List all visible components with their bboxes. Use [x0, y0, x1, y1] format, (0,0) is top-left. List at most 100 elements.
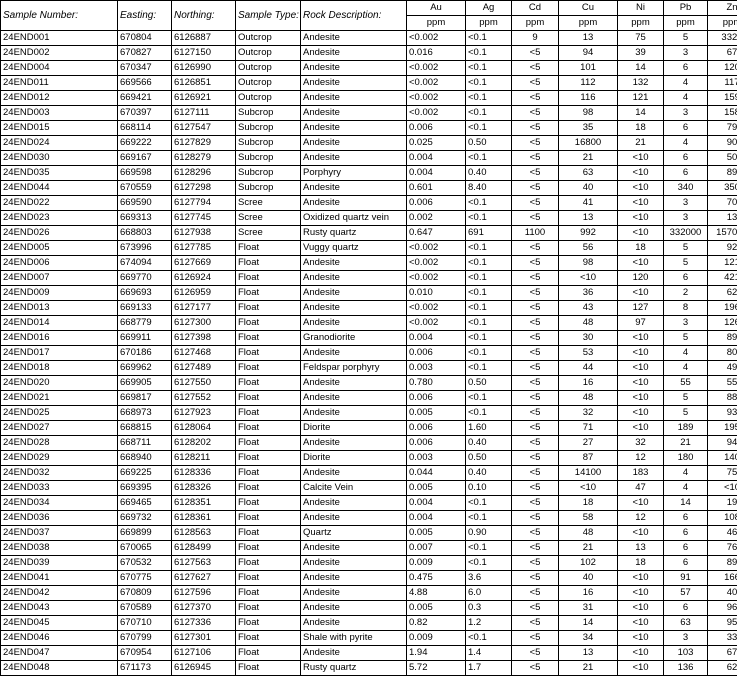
cell-cd: <5 [511, 480, 559, 496]
cell-sample-type: Subcrop [235, 135, 301, 151]
cell-sample-type: Outcrop [235, 90, 301, 106]
cell-ni: <10 [617, 525, 664, 541]
cell-northing: 6128326 [171, 480, 236, 496]
cell-sample-number: 24END030 [0, 150, 118, 166]
cell-ag: <0.1 [465, 30, 512, 46]
cell-cu: 36 [558, 285, 618, 301]
cell-sample-number: 24END015 [0, 120, 118, 136]
cell-cu: 14 [558, 615, 618, 631]
cell-sample-type: Float [235, 570, 301, 586]
cell-sample-type: Float [235, 630, 301, 646]
cell-pb: 5 [663, 255, 708, 271]
cell-cu: 44 [558, 360, 618, 376]
cell-ag: <0.1 [465, 330, 512, 346]
cell-easting: 670827 [117, 45, 172, 61]
cell-sample-type: Float [235, 525, 301, 541]
cell-cd: <5 [511, 90, 559, 106]
cell-ag: <0.1 [465, 555, 512, 571]
table-row: 24END014 668779 6127300 Float Andesite <0.002… [0, 315, 737, 331]
cell-cu: 48 [558, 390, 618, 406]
cell-sample-type: Float [235, 465, 301, 481]
table-body: 24END001 670804 6126887 Outcrop Andesite <0.0… [0, 30, 737, 676]
cell-sample-number: 24END036 [0, 510, 118, 526]
cell-cd: 1100 [511, 225, 559, 241]
cell-northing: 6127370 [171, 600, 236, 616]
cell-pb: 3 [663, 195, 708, 211]
table-row: 24END032 669225 6128336 Float Andesite 0.044 0… [0, 465, 737, 481]
cell-au: 0.003 [406, 450, 466, 466]
cell-easting: 669817 [117, 390, 172, 406]
cell-easting: 669962 [117, 360, 172, 376]
cell-pb: 5 [663, 330, 708, 346]
cell-ag: 1.2 [465, 615, 512, 631]
cell-cd: <5 [511, 345, 559, 361]
unit-label: ppm [406, 15, 466, 31]
cell-easting: 669421 [117, 90, 172, 106]
unit-label: ppm [465, 15, 512, 31]
cell-sample-type: Subcrop [235, 180, 301, 196]
cell-easting: 669598 [117, 165, 172, 181]
table-row: 24END011 669566 6126851 Outcrop Andesite <0.0… [0, 75, 737, 91]
cell-ag: 0.40 [465, 165, 512, 181]
cell-northing: 6126887 [171, 30, 236, 46]
cell-rock-description: Andesite [300, 150, 407, 166]
cell-ag: <0.1 [465, 150, 512, 166]
cell-pb: 91 [663, 570, 708, 586]
cell-easting: 670589 [117, 600, 172, 616]
cell-rock-description: Andesite [300, 405, 407, 421]
cell-pb: 21 [663, 435, 708, 451]
cell-cd: <5 [511, 135, 559, 151]
cell-ag: <0.1 [465, 495, 512, 511]
cell-sample-number: 24END005 [0, 240, 118, 256]
cell-easting: 670809 [117, 585, 172, 601]
table-row: 24END015 668114 6127547 Subcrop Andesite 0.00… [0, 120, 737, 136]
cell-northing: 6126851 [171, 75, 236, 91]
cell-ag: 1.60 [465, 420, 512, 436]
cell-ag: <0.1 [465, 540, 512, 556]
cell-zn: 350 [707, 180, 737, 196]
cell-easting: 669313 [117, 210, 172, 226]
cell-ag: <0.1 [465, 360, 512, 376]
cell-cd: <5 [511, 465, 559, 481]
cell-cu: 21 [558, 540, 618, 556]
cell-au: 0.005 [406, 600, 466, 616]
cell-sample-number: 24END018 [0, 360, 118, 376]
cell-sample-number: 24END042 [0, 585, 118, 601]
cell-cd: <5 [511, 180, 559, 196]
cell-sample-type: Scree [235, 210, 301, 226]
cell-ag: <0.1 [465, 105, 512, 121]
cell-pb: 4 [663, 360, 708, 376]
cell-northing: 6127627 [171, 570, 236, 586]
cell-ni: <10 [617, 405, 664, 421]
cell-cu: 101 [558, 60, 618, 76]
cell-au: 0.025 [406, 135, 466, 151]
cell-easting: 670397 [117, 105, 172, 121]
cell-cd: <5 [511, 315, 559, 331]
cell-sample-type: Float [235, 330, 301, 346]
cell-ni: 120 [617, 270, 664, 286]
cell-ni: <10 [617, 585, 664, 601]
cell-northing: 6126921 [171, 90, 236, 106]
cell-easting: 671173 [117, 660, 172, 676]
cell-ni: 97 [617, 315, 664, 331]
table-row: 24END018 669962 6127489 Float Feldspar porph… [0, 360, 737, 376]
cell-rock-description: Rusty quartz [300, 225, 407, 241]
table-row: 24END041 670775 6127627 Float Andesite 0.475 3… [0, 570, 737, 586]
cell-zn: 49 [707, 360, 737, 376]
cell-cu: 48 [558, 525, 618, 541]
unit-label: ppm [617, 15, 664, 31]
table-row: 24END029 668940 6128211 Float Diorite 0.003 0.… [0, 450, 737, 466]
unit-label: ppm [558, 15, 618, 31]
cell-pb: 4 [663, 480, 708, 496]
cell-au: 0.780 [406, 375, 466, 391]
table-row: 24END033 669395 6128326 Float Calcite Vein 0.… [0, 480, 737, 496]
table-row: 24END046 670799 6127301 Float Shale with pyr… [0, 630, 737, 646]
cell-sample-type: Scree [235, 225, 301, 241]
cell-northing: 6127301 [171, 630, 236, 646]
cell-ag: <0.1 [465, 75, 512, 91]
cell-sample-number: 24END025 [0, 405, 118, 421]
cell-sample-number: 24END003 [0, 105, 118, 121]
cell-ni: <10 [617, 600, 664, 616]
cell-au: 0.006 [406, 195, 466, 211]
cell-au: 0.004 [406, 510, 466, 526]
